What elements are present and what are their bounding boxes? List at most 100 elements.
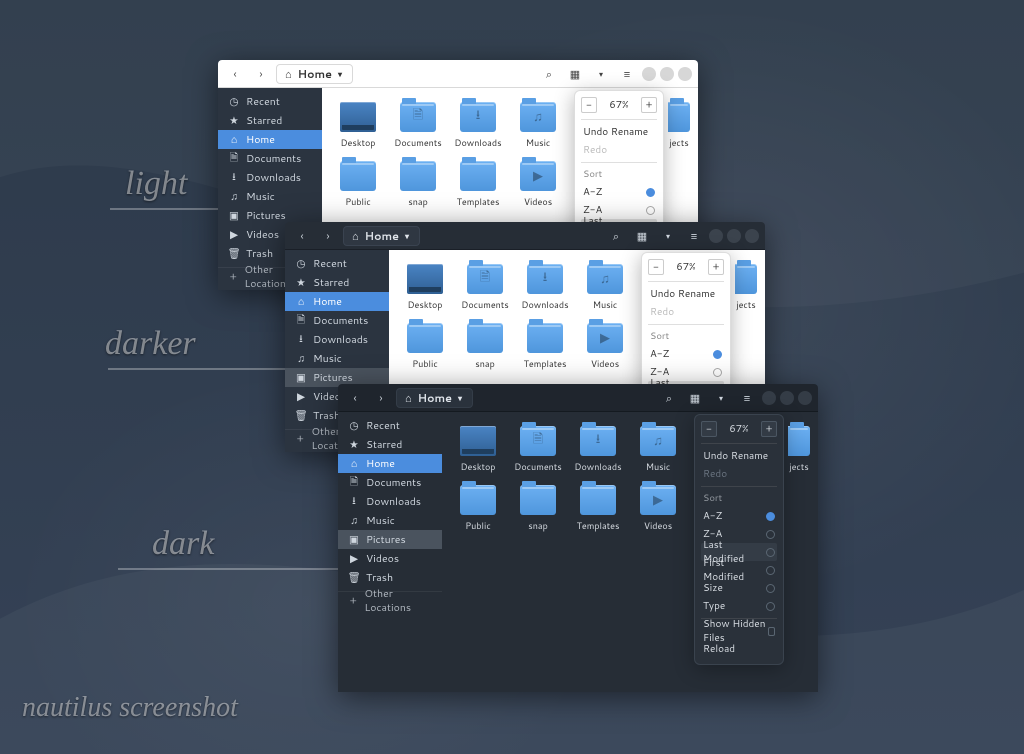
- folder-item-documents[interactable]: 🗎Documents: [459, 264, 511, 311]
- undo-menu-item[interactable]: Undo Rename: [581, 123, 657, 141]
- nav-back-button[interactable]: ‹: [344, 387, 366, 409]
- sort-option-a-z[interactable]: A-Z: [701, 507, 777, 525]
- folder-item-snap[interactable]: snap: [392, 161, 444, 208]
- folder-item-music[interactable]: ♫Music: [632, 426, 684, 473]
- folder-item-templates[interactable]: Templates: [519, 323, 571, 370]
- sidebar-item-music[interactable]: ♫Music: [338, 511, 442, 530]
- folder-item-snap[interactable]: snap: [459, 323, 511, 370]
- window-close-button[interactable]: [798, 391, 812, 405]
- folder-item-videos[interactable]: ▶Videos: [512, 161, 564, 208]
- folder-icon: ♫: [640, 426, 676, 456]
- view-dropdown-button[interactable]: ▾: [710, 387, 732, 409]
- window-maximize-button[interactable]: [780, 391, 794, 405]
- folder-item-desktop[interactable]: Desktop: [452, 426, 504, 473]
- window-minimize-button[interactable]: [762, 391, 776, 405]
- folder-item-desktop[interactable]: Desktop: [332, 102, 384, 149]
- sidebar-item-downloads[interactable]: ⭳Downloads: [285, 330, 389, 349]
- nav-forward-button[interactable]: ›: [250, 63, 272, 85]
- sidebar-item-home[interactable]: ⌂Home: [338, 454, 442, 473]
- sidebar-item-downloads[interactable]: ⭳Downloads: [338, 492, 442, 511]
- folder-item-music[interactable]: ♫Music: [512, 102, 564, 149]
- show-hidden-menu-item[interactable]: Show Hidden Files: [701, 622, 777, 640]
- nav-forward-button[interactable]: ›: [370, 387, 392, 409]
- sidebar-item-trash[interactable]: 🗑Trash: [338, 568, 442, 587]
- sidebar-item-starred[interactable]: ★Starred: [338, 435, 442, 454]
- sort-option-type[interactable]: Type: [701, 597, 777, 615]
- search-button[interactable]: ⌕: [658, 387, 680, 409]
- folder-item[interactable]: jects: [668, 102, 690, 149]
- hamburger-button[interactable]: ≡: [683, 225, 705, 247]
- view-grid-button[interactable]: ▦: [564, 63, 586, 85]
- zoom-out-button[interactable]: −: [648, 259, 664, 275]
- chevron-right-icon: ›: [379, 390, 382, 406]
- sidebar-item-documents[interactable]: 🗎Documents: [338, 473, 442, 492]
- window-maximize-button[interactable]: [660, 67, 674, 81]
- zoom-out-button[interactable]: −: [581, 97, 597, 113]
- undo-menu-item[interactable]: Undo Rename: [648, 285, 724, 303]
- sidebar-item-recent[interactable]: ◷Recent: [218, 92, 322, 111]
- sidebar-item-music[interactable]: ♫Music: [285, 349, 389, 368]
- folder-item[interactable]: jects: [788, 426, 810, 473]
- nav-forward-button[interactable]: ›: [317, 225, 339, 247]
- folder-item-music[interactable]: ♫Music: [579, 264, 631, 311]
- sidebar-item-recent[interactable]: ◷Recent: [338, 416, 442, 435]
- sidebar-item-starred[interactable]: ★Starred: [218, 111, 322, 130]
- folder-item-videos[interactable]: ▶Videos: [632, 485, 684, 532]
- sidebar-item-downloads[interactable]: ⭳Downloads: [218, 168, 322, 187]
- sidebar-item-recent[interactable]: ◷Recent: [285, 254, 389, 273]
- folder-item[interactable]: jects: [735, 264, 757, 311]
- sidebar-item-videos[interactable]: ▶Videos: [338, 549, 442, 568]
- nav-back-button[interactable]: ‹: [291, 225, 313, 247]
- sidebar-item-documents[interactable]: 🗎Documents: [285, 311, 389, 330]
- window-close-button[interactable]: [745, 229, 759, 243]
- zoom-in-button[interactable]: +: [761, 421, 777, 437]
- folder-item-downloads[interactable]: ⭳Downloads: [452, 102, 504, 149]
- folder-item-videos[interactable]: ▶Videos: [579, 323, 631, 370]
- sidebar-item-starred[interactable]: ★Starred: [285, 273, 389, 292]
- folder-item-downloads[interactable]: ⭳Downloads: [519, 264, 571, 311]
- home-icon: ⌂: [285, 66, 292, 82]
- content-area[interactable]: jects Desktop🗎Documents⭳Downloads♫Music Pu…: [442, 412, 818, 692]
- folder-item-templates[interactable]: Templates: [452, 161, 504, 208]
- sort-option-first-modified[interactable]: First Modified: [701, 561, 777, 579]
- path-button[interactable]: ⌂Home▾: [396, 388, 473, 408]
- search-button[interactable]: ⌕: [605, 225, 627, 247]
- view-dropdown-button[interactable]: ▾: [590, 63, 612, 85]
- folder-item-public[interactable]: Public: [332, 161, 384, 208]
- clock-icon: ◷: [348, 419, 360, 433]
- view-grid-button[interactable]: ▦: [631, 225, 653, 247]
- folder-item-public[interactable]: Public: [452, 485, 504, 532]
- hamburger-button[interactable]: ≡: [616, 63, 638, 85]
- folder-item-desktop[interactable]: Desktop: [399, 264, 451, 311]
- hamburger-button[interactable]: ≡: [736, 387, 758, 409]
- sidebar-item-documents[interactable]: 🗎Documents: [218, 149, 322, 168]
- folder-item-templates[interactable]: Templates: [572, 485, 624, 532]
- window-close-button[interactable]: [678, 67, 692, 81]
- sidebar-item-home[interactable]: ⌂Home: [218, 130, 322, 149]
- window-minimize-button[interactable]: [642, 67, 656, 81]
- folder-item-public[interactable]: Public: [399, 323, 451, 370]
- window-maximize-button[interactable]: [727, 229, 741, 243]
- sidebar-item-other-locations[interactable]: +Other Locations: [338, 591, 442, 610]
- path-button[interactable]: ⌂Home▾: [276, 64, 353, 84]
- undo-menu-item[interactable]: Undo Rename: [701, 447, 777, 465]
- sort-option-a-z[interactable]: A-Z: [648, 345, 724, 363]
- search-button[interactable]: ⌕: [538, 63, 560, 85]
- zoom-out-button[interactable]: −: [701, 421, 717, 437]
- folder-label: Downloads: [574, 460, 621, 473]
- sidebar-item-music[interactable]: ♫Music: [218, 187, 322, 206]
- folder-item-documents[interactable]: 🗎Documents: [392, 102, 444, 149]
- zoom-in-button[interactable]: +: [641, 97, 657, 113]
- view-grid-button[interactable]: ▦: [684, 387, 706, 409]
- sidebar-item-home[interactable]: ⌂Home: [285, 292, 389, 311]
- folder-item-snap[interactable]: snap: [512, 485, 564, 532]
- sort-option-a-z[interactable]: A-Z: [581, 183, 657, 201]
- window-minimize-button[interactable]: [709, 229, 723, 243]
- folder-item-documents[interactable]: 🗎Documents: [512, 426, 564, 473]
- nav-back-button[interactable]: ‹: [224, 63, 246, 85]
- path-button[interactable]: ⌂Home▾: [343, 226, 420, 246]
- zoom-in-button[interactable]: +: [708, 259, 724, 275]
- folder-item-downloads[interactable]: ⭳Downloads: [572, 426, 624, 473]
- sidebar-item-pictures[interactable]: ▣Pictures: [338, 530, 442, 549]
- view-dropdown-button[interactable]: ▾: [657, 225, 679, 247]
